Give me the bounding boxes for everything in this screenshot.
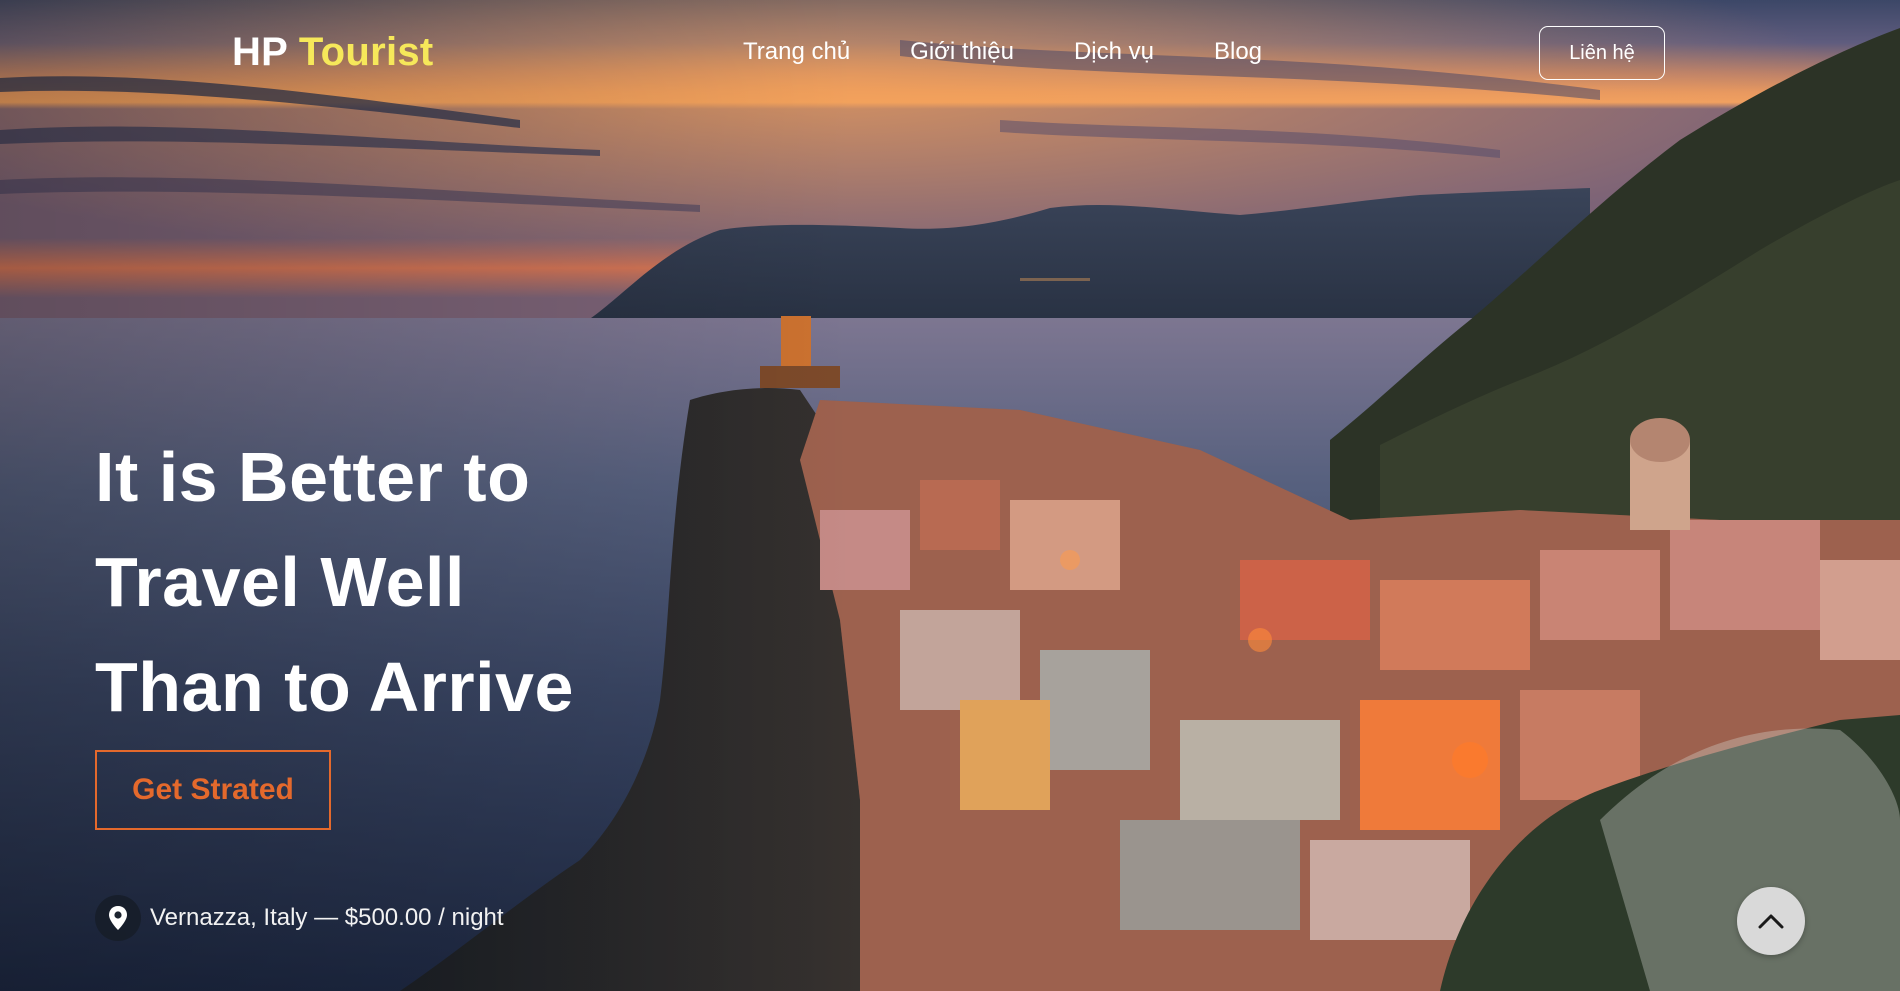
location-info: Vernazza, Italy — $500.00 / night <box>95 892 504 944</box>
chevron-up-icon <box>1758 914 1784 929</box>
map-pin-icon <box>95 895 141 941</box>
nav-services[interactable]: Dịch vụ <box>1074 38 1154 66</box>
logo-accent-text: Tourist <box>298 30 434 74</box>
headline-line-1: It is Better to <box>95 438 531 516</box>
headline-line-3: Than to Arrive <box>95 648 574 726</box>
logo-primary-text: HP <box>232 30 288 74</box>
nav-about[interactable]: Giới thiệu <box>910 38 1014 66</box>
headline-line-2: Travel Well <box>95 543 465 621</box>
get-started-button[interactable]: Get Strated <box>95 750 331 830</box>
top-navbar: HP Tourist Trang chủ Giới thiệu Dịch vụ … <box>0 0 1900 110</box>
nav-home[interactable]: Trang chủ <box>743 38 850 66</box>
main-nav: Trang chủ Giới thiệu Dịch vụ Blog <box>743 38 1322 66</box>
contact-button[interactable]: Liên hệ <box>1539 26 1665 80</box>
hero-headline: It is Better to Travel Well Than to Arri… <box>95 425 795 740</box>
location-text: Vernazza, Italy — $500.00 / night <box>150 904 504 931</box>
site-logo[interactable]: HP Tourist <box>232 30 434 75</box>
scroll-to-top-button[interactable] <box>1737 887 1805 955</box>
nav-blog[interactable]: Blog <box>1214 38 1262 66</box>
